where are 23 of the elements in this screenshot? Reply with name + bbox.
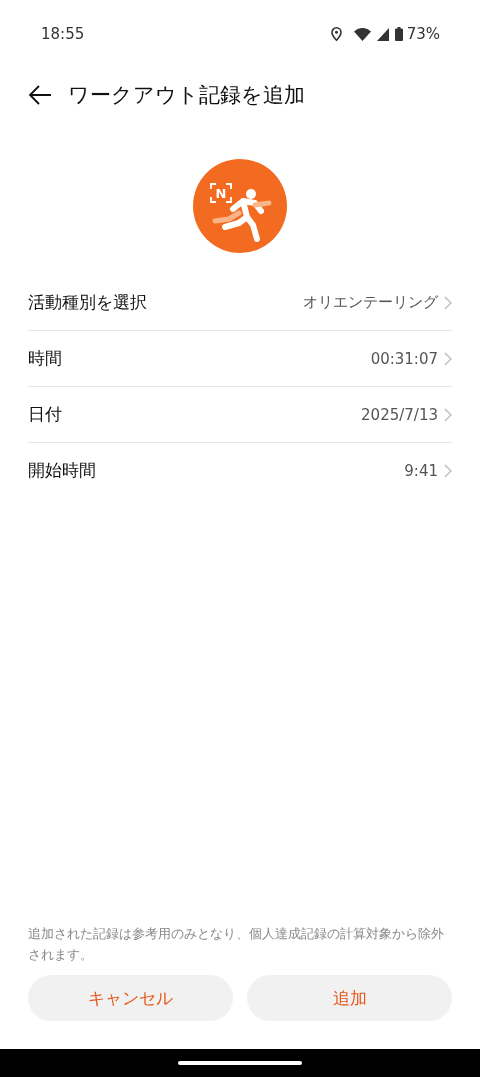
chevron-icon[interactable]: [444, 295, 452, 310]
back-arrow-icon[interactable]: [28, 85, 52, 105]
chevron-icon[interactable]: [444, 351, 452, 366]
status-time: 18:55: [41, 25, 86, 43]
row-label: 開始時間: [28, 459, 97, 482]
disclaimer-note: 追加された記録は参考用のみとなり、個人達成記録の計算対象から除外されます。: [27, 925, 445, 964]
row-label: 日付: [28, 403, 63, 426]
location-icon: [330, 27, 342, 41]
running-person-icon: N: [193, 159, 287, 253]
home-indicator[interactable]: [178, 1061, 302, 1065]
battery-icon: [394, 27, 403, 41]
row-value[interactable]: 2025/7/13: [361, 405, 438, 424]
row-value[interactable]: 9:41: [404, 461, 438, 480]
chevron-icon[interactable]: [444, 463, 452, 478]
row-value[interactable]: 00:31:07: [370, 349, 438, 368]
row-label: 活動種別を選択: [28, 291, 148, 314]
wifi-icon: [353, 27, 371, 41]
row-value[interactable]: オリエンテーリング: [303, 293, 438, 312]
chevron-icon[interactable]: [444, 407, 452, 422]
signal-icon: [376, 27, 389, 41]
page-title: ワークアウト記録を追加: [68, 82, 305, 109]
row-label: 時間: [28, 347, 63, 370]
battery-percent: 73%: [406, 25, 440, 43]
